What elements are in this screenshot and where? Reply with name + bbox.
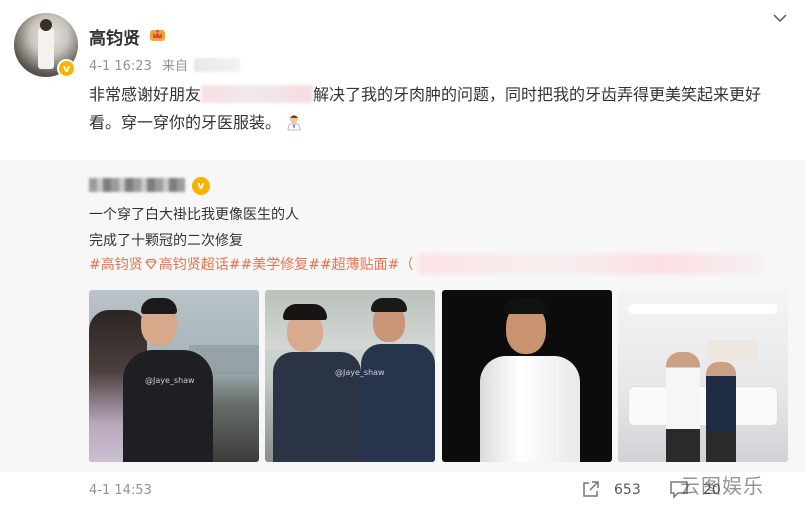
doctor-emoji-icon [287, 115, 301, 131]
verified-badge-icon: v [57, 59, 76, 78]
photo4-man2 [706, 362, 736, 462]
site-watermark: 云图娱乐 [680, 474, 764, 498]
mention-redacted[interactable] [201, 85, 314, 103]
photo3-hair [504, 298, 548, 314]
tag-aesthetic-restoration[interactable]: #美学修复# [240, 257, 319, 273]
photo1-man-coat [123, 350, 213, 462]
photo2-man1-hair [283, 304, 327, 320]
tag-gaojunxian[interactable]: #高钧贤 [89, 257, 143, 273]
post-text-before: 非常感谢好朋友 [89, 85, 202, 104]
post-text: 非常感谢好朋友 解决了我的牙肉肿的问题，同时把我的牙齿弄得更美笑起来更好看。穿一穿… [89, 81, 789, 137]
photo-4[interactable] [618, 290, 788, 462]
photo4-man1 [666, 352, 700, 462]
photo1-watermark: @Jaye_shaw [145, 376, 195, 385]
repost-username-redacted[interactable] [89, 178, 185, 192]
topic-tags: #高钧贤 高钧贤超话##美学修复##超薄贴面#（ [89, 254, 413, 274]
tag-trailing: （ [399, 257, 414, 273]
avatar-head [40, 19, 52, 31]
username[interactable]: 高钧贤 [89, 24, 140, 49]
share-count[interactable]: 653 [614, 482, 641, 498]
photo4-ceiling [628, 304, 778, 314]
photo-2[interactable]: @Jaye_shaw [265, 290, 435, 462]
share-icon[interactable] [581, 479, 601, 499]
tag-super-topic[interactable]: 高钧贤超话# [159, 257, 241, 273]
post-time[interactable]: 4-1 16:23 [89, 59, 152, 74]
repost-time[interactable]: 4-1 14:53 [89, 483, 152, 498]
photo1-man-hair [141, 298, 177, 314]
photo-3[interactable] [442, 290, 612, 462]
post-meta: 4-1 16:23 来自 [89, 55, 246, 74]
photo2-man2-jacket [361, 344, 435, 462]
photo-1[interactable]: @Jaye_shaw [89, 290, 259, 462]
post-source-label: 来自 [161, 59, 188, 74]
photo4-counter [628, 386, 778, 426]
repost-text-line1: 一个穿了白大褂比我更像医生的人 [89, 207, 299, 223]
super-topic-gem-icon [144, 259, 157, 269]
crown-badge-icon[interactable] [149, 27, 166, 42]
chevron-down-icon[interactable] [772, 10, 788, 26]
tag-redacted [418, 254, 764, 274]
avatar-figure [38, 25, 54, 69]
photo2-watermark: @Jaye_shaw [335, 368, 385, 377]
photo3-white-coat [480, 356, 580, 462]
source-redacted [194, 58, 240, 72]
tag-ultrathin-veneer[interactable]: #超薄贴面# [320, 257, 399, 273]
repost-verified-badge-icon: v [192, 177, 210, 195]
photo4-sign [708, 340, 758, 362]
photo2-man2-hair [371, 298, 407, 312]
repost-text-line2: 完成了十颗冠的二次修复 [89, 233, 243, 249]
